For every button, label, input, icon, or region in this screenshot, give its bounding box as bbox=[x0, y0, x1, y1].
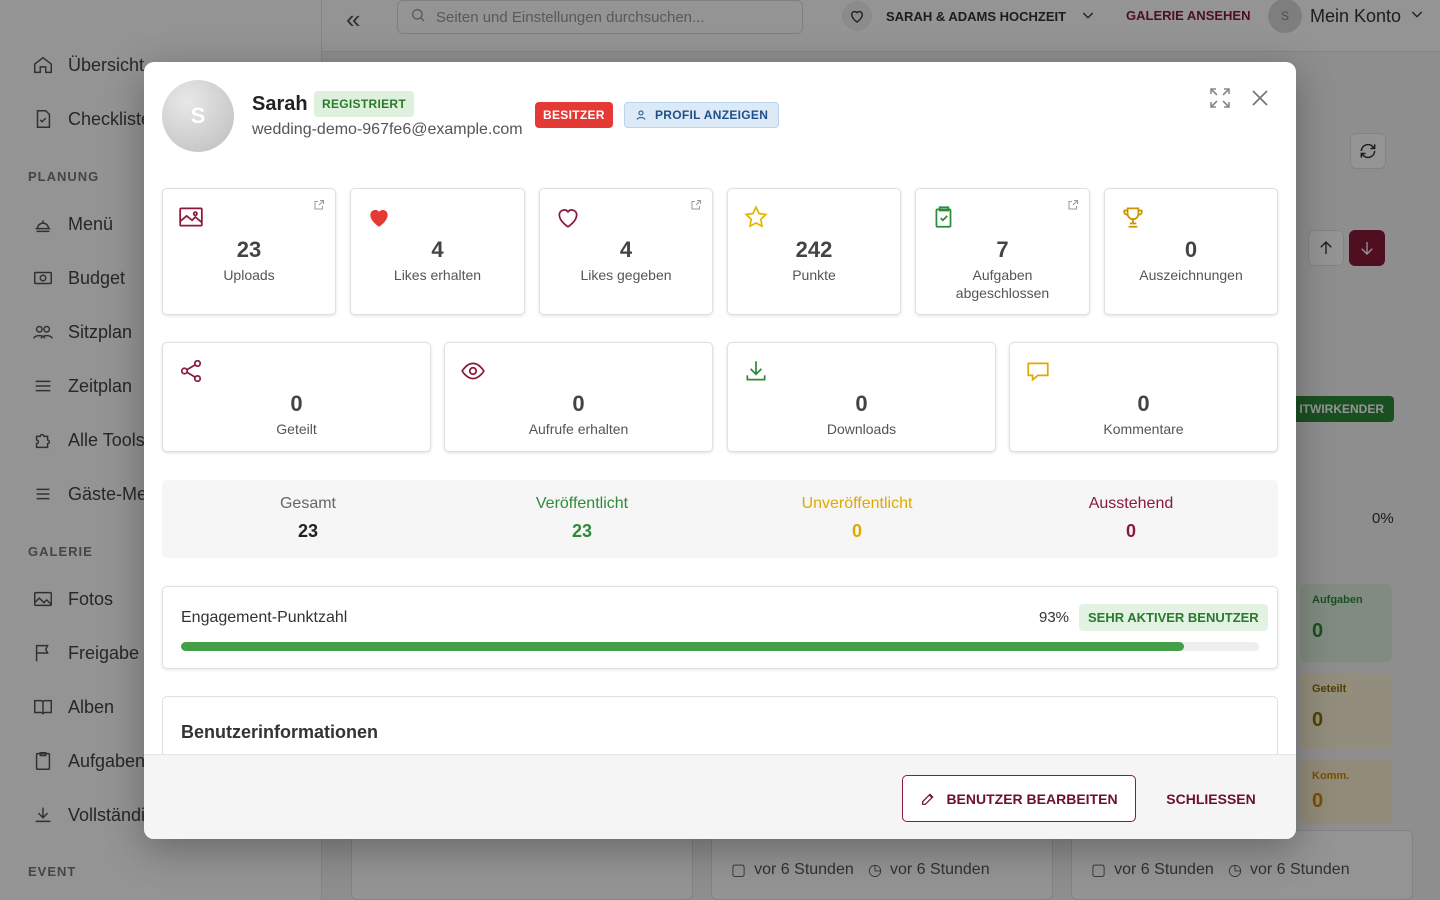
share-icon bbox=[180, 359, 202, 383]
star-icon bbox=[744, 205, 768, 228]
download-icon bbox=[746, 361, 766, 381]
modal-footer: BENUTZER BEARBEITEN SCHLIESSEN bbox=[144, 754, 1296, 839]
stat-label: Punkte bbox=[792, 267, 836, 283]
external-link-icon[interactable] bbox=[313, 199, 325, 211]
summary-total: Gesamt 23 bbox=[178, 480, 438, 542]
stat-label: Likes erhalten bbox=[393, 267, 482, 283]
summary-value: 23 bbox=[571, 521, 593, 541]
engagement-level-badge: SEHR AKTIVER BENUTZER bbox=[1079, 604, 1268, 631]
user-name: Sarah bbox=[252, 93, 308, 115]
stat-label: Aufrufe erhalten bbox=[528, 421, 629, 437]
summary-published: Veröffentlicht 23 bbox=[452, 480, 712, 542]
summary-unpublished: Unveröffentlicht 0 bbox=[727, 480, 987, 542]
external-link-icon[interactable] bbox=[690, 199, 702, 211]
heart-filled-icon bbox=[370, 209, 388, 227]
summary-value: 0 bbox=[851, 521, 862, 541]
engagement-progress-fill bbox=[181, 642, 1184, 651]
summary-pending: Ausstehend 0 bbox=[1001, 480, 1261, 542]
pencil-icon bbox=[922, 792, 934, 805]
stat-value: 4 bbox=[431, 237, 444, 262]
heart-outline-icon bbox=[558, 209, 578, 228]
engagement-progress-bar bbox=[181, 642, 1259, 651]
stat-value: 0 bbox=[855, 391, 868, 416]
user-email: wedding-demo-967fe6@example.com bbox=[252, 121, 523, 138]
stat-value: 0 bbox=[290, 391, 303, 416]
stat-card-uploads[interactable]: 23 Uploads bbox=[162, 188, 336, 315]
stat-label: Kommentare bbox=[1103, 421, 1184, 437]
stat-label: Auszeichnungen bbox=[1139, 267, 1243, 283]
stat-card-tasks-completed[interactable]: 7 Aufgaben abgeschlossen bbox=[915, 188, 1090, 315]
summary-label: Ausstehend bbox=[1088, 495, 1174, 512]
stat-card-comments: 0 Kommentare bbox=[1009, 342, 1278, 452]
summary-value: 23 bbox=[297, 521, 319, 541]
stat-card-awards: 0 Auszeichnungen bbox=[1104, 188, 1278, 315]
stat-card-views: 0 Aufrufe erhalten bbox=[444, 342, 713, 452]
stat-value: 4 bbox=[619, 237, 633, 262]
upload-summary: Gesamt 23 Veröffentlicht 23 Unveröffentl… bbox=[162, 480, 1278, 558]
summary-value: 0 bbox=[1125, 521, 1136, 541]
view-profile-button[interactable]: PROFIL ANZEIGEN bbox=[624, 102, 780, 128]
stat-value: 7 bbox=[996, 237, 1009, 262]
stat-label: Likes gegeben bbox=[580, 267, 672, 283]
summary-label: Unveröffentlicht bbox=[801, 495, 913, 512]
edit-user-label: BENUTZER BEARBEITEN bbox=[946, 790, 1118, 807]
eye-icon bbox=[461, 362, 485, 380]
close-button[interactable]: SCHLIESSEN bbox=[1162, 775, 1260, 822]
engagement-percent: 93% bbox=[1039, 609, 1070, 626]
summary-label: Veröffentlicht bbox=[535, 495, 629, 512]
fullscreen-icon[interactable] bbox=[1208, 86, 1232, 110]
stat-label: Geteilt bbox=[276, 421, 317, 437]
owner-badge: BESITZER bbox=[535, 102, 613, 128]
image-icon bbox=[179, 207, 203, 227]
engagement-title: Engagement-Punktzahl bbox=[181, 609, 348, 626]
engagement-score-card: Engagement-Punktzahl 93% SEHR AKTIVER BE… bbox=[162, 586, 1278, 669]
clipboard-check-icon bbox=[935, 206, 952, 228]
user-info-title: Benutzerinformationen bbox=[181, 722, 379, 742]
stat-value: 0 bbox=[1137, 391, 1150, 416]
close-icon[interactable] bbox=[1248, 86, 1272, 110]
stat-label: Downloads bbox=[826, 421, 897, 437]
edit-user-button[interactable]: BENUTZER BEARBEITEN bbox=[902, 775, 1136, 822]
view-profile-label: PROFIL ANZEIGEN bbox=[655, 108, 769, 122]
comment-icon bbox=[1027, 362, 1049, 382]
stat-value: 0 bbox=[572, 391, 585, 416]
user-icon bbox=[636, 110, 646, 120]
stat-card-points: 242 Punkte bbox=[727, 188, 901, 315]
stat-label: Uploads bbox=[223, 267, 275, 283]
stat-value: 242 bbox=[795, 237, 833, 262]
stat-card-likes-given[interactable]: 4 Likes gegeben bbox=[539, 188, 713, 315]
stat-value: 0 bbox=[1184, 237, 1198, 262]
registered-badge: REGISTRIERT bbox=[314, 91, 414, 117]
summary-label: Gesamt bbox=[279, 495, 336, 512]
stat-card-downloads: 0 Downloads bbox=[727, 342, 996, 452]
stat-card-shared: 0 Geteilt bbox=[162, 342, 431, 452]
external-link-icon[interactable] bbox=[1067, 199, 1079, 211]
stat-label: Aufgaben abgeschlossen bbox=[955, 267, 1050, 301]
stat-value: 23 bbox=[236, 237, 262, 262]
user-details-modal: S Sarah REGISTRIERT wedding-demo-967fe6@… bbox=[144, 62, 1296, 839]
trophy-icon bbox=[1123, 207, 1143, 228]
stat-card-likes-received: 4 Likes erhalten bbox=[350, 188, 525, 315]
avatar: S bbox=[162, 80, 234, 152]
